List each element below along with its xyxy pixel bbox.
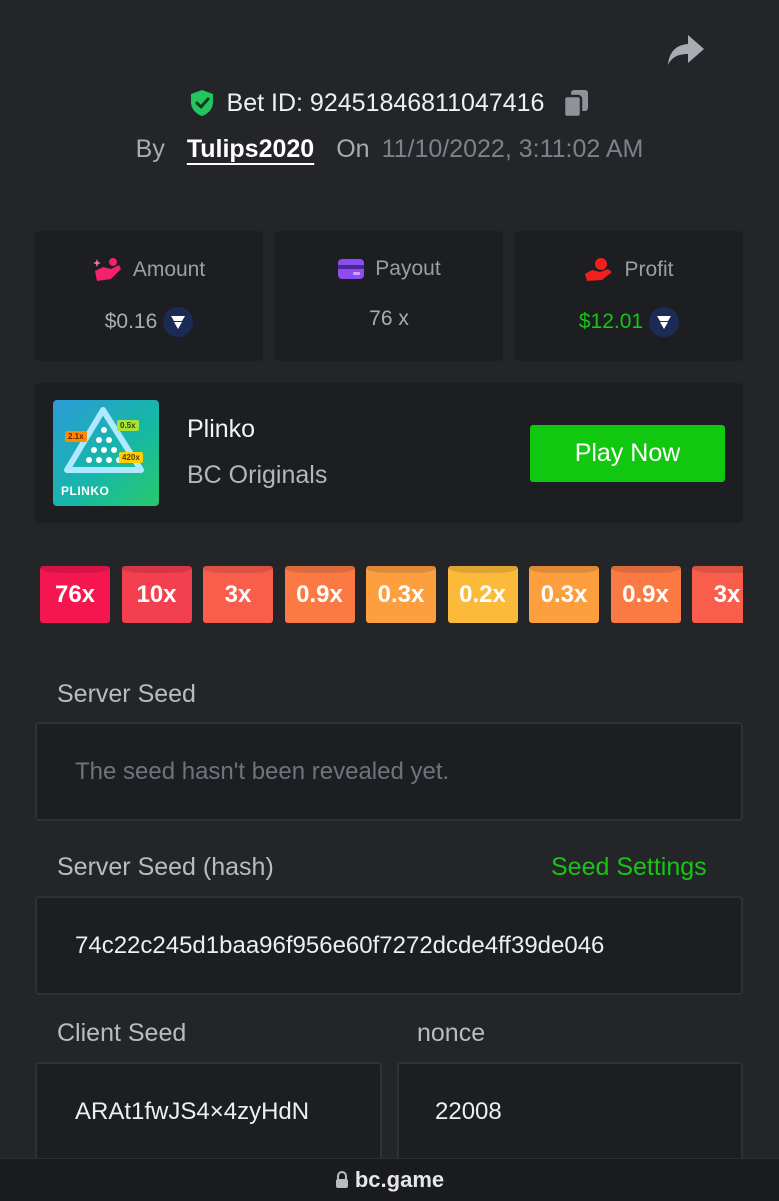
server-seed-value: The seed hasn't been revealed yet. [75, 757, 450, 785]
multiplier-slot: 3x [692, 566, 743, 623]
play-now-button[interactable]: Play Now [530, 425, 725, 482]
share-button[interactable] [662, 30, 710, 70]
multiplier-slot: 76x [40, 566, 110, 623]
nonce-value: 22008 [435, 1098, 502, 1125]
thumb-tag-3: 420x [122, 453, 140, 462]
multiplier-slot: 3x [203, 566, 273, 623]
bet-meta-row: By Tulips2020 On 11/10/2022, 3:11:02 AM [0, 130, 779, 168]
bet-id-row: Bet ID: 92451846811047416 [0, 84, 779, 122]
game-card: 2.1x 0.5x 420x PLINKO Plinko BC Original… [35, 383, 743, 523]
multiplier-slot: 0.9x [610, 566, 681, 623]
hand-coins-icon [92, 258, 121, 281]
server-seed-hash-field[interactable]: 74c22c245d1baa96f956e60f7272dcde4ff39de0… [35, 896, 743, 995]
bet-id-label: Bet ID: [226, 88, 303, 117]
username-link[interactable]: Tulips2020 [187, 135, 314, 164]
copy-button[interactable] [562, 88, 590, 118]
wallet-card-icon [338, 259, 365, 279]
lock-icon [335, 1171, 348, 1188]
client-seed-field[interactable]: ARAt1fwJS4×4zyHdN [35, 1062, 382, 1172]
server-seed-hash-value: 74c22c245d1baa96f956e60f7272dcde4ff39de0… [75, 931, 605, 959]
seed-settings-link[interactable]: Seed Settings [551, 853, 707, 882]
multiplier-slot: 10x [121, 566, 192, 623]
multiplier-slot: 0.3x [366, 566, 436, 623]
bet-datetime: 11/10/2022, 3:11:02 AM [381, 134, 644, 163]
plinko-thumbnail[interactable]: 2.1x 0.5x 420x PLINKO [53, 400, 159, 506]
payout-value: 76 x [369, 307, 409, 330]
client-seed-value: ARAt1fwJS4×4zyHdN [75, 1098, 310, 1125]
game-name: Plinko [187, 415, 256, 443]
payout-label: Payout [375, 257, 441, 280]
currency-coin-icon [163, 307, 194, 337]
nonce-field[interactable]: 22008 [397, 1062, 743, 1172]
share-icon [668, 35, 704, 65]
amount-card: Amount $0.16 [35, 231, 263, 361]
game-provider: BC Originals [187, 461, 328, 489]
bet-id-value: 92451846811047416 [309, 88, 545, 117]
nonce-label: nonce [417, 1019, 486, 1047]
profit-hand-icon [585, 258, 613, 281]
server-seed-hash-label: Server Seed (hash) [57, 853, 274, 881]
multiplier-strip: 76x 10x 3x 0.9x 0.3x 0.2x 0.3x 0.9x 3x [40, 566, 743, 623]
thumb-tag-1: 2.1x [68, 432, 84, 441]
server-seed-field: The seed hasn't been revealed yet. [35, 722, 743, 821]
multiplier-slot: 0.9x [284, 566, 355, 623]
multiplier-slot: 0.2x [447, 566, 518, 623]
on-label: On [336, 134, 370, 163]
browser-url: bc.game [354, 1167, 445, 1192]
browser-url-bar[interactable]: bc.game [0, 1158, 779, 1201]
plinko-logo-text: PLINKO [61, 484, 110, 498]
amount-label: Amount [132, 258, 206, 281]
client-seed-label: Client Seed [57, 1019, 187, 1047]
copy-icon [563, 90, 589, 118]
amount-value: $0.16 [104, 310, 158, 333]
multiplier-slot: 0.3x [529, 566, 599, 623]
payout-card: Payout 76 x [275, 231, 503, 361]
server-seed-label: Server Seed [57, 680, 196, 708]
thumb-tag-2: 0.5x [120, 421, 136, 430]
currency-coin-icon [649, 307, 680, 337]
profit-card: Profit $12.01 [515, 231, 743, 361]
verified-shield-icon [190, 90, 213, 116]
profit-value: $12.01 [578, 310, 644, 333]
profit-label: Profit [624, 258, 674, 281]
by-label: By [135, 134, 165, 163]
